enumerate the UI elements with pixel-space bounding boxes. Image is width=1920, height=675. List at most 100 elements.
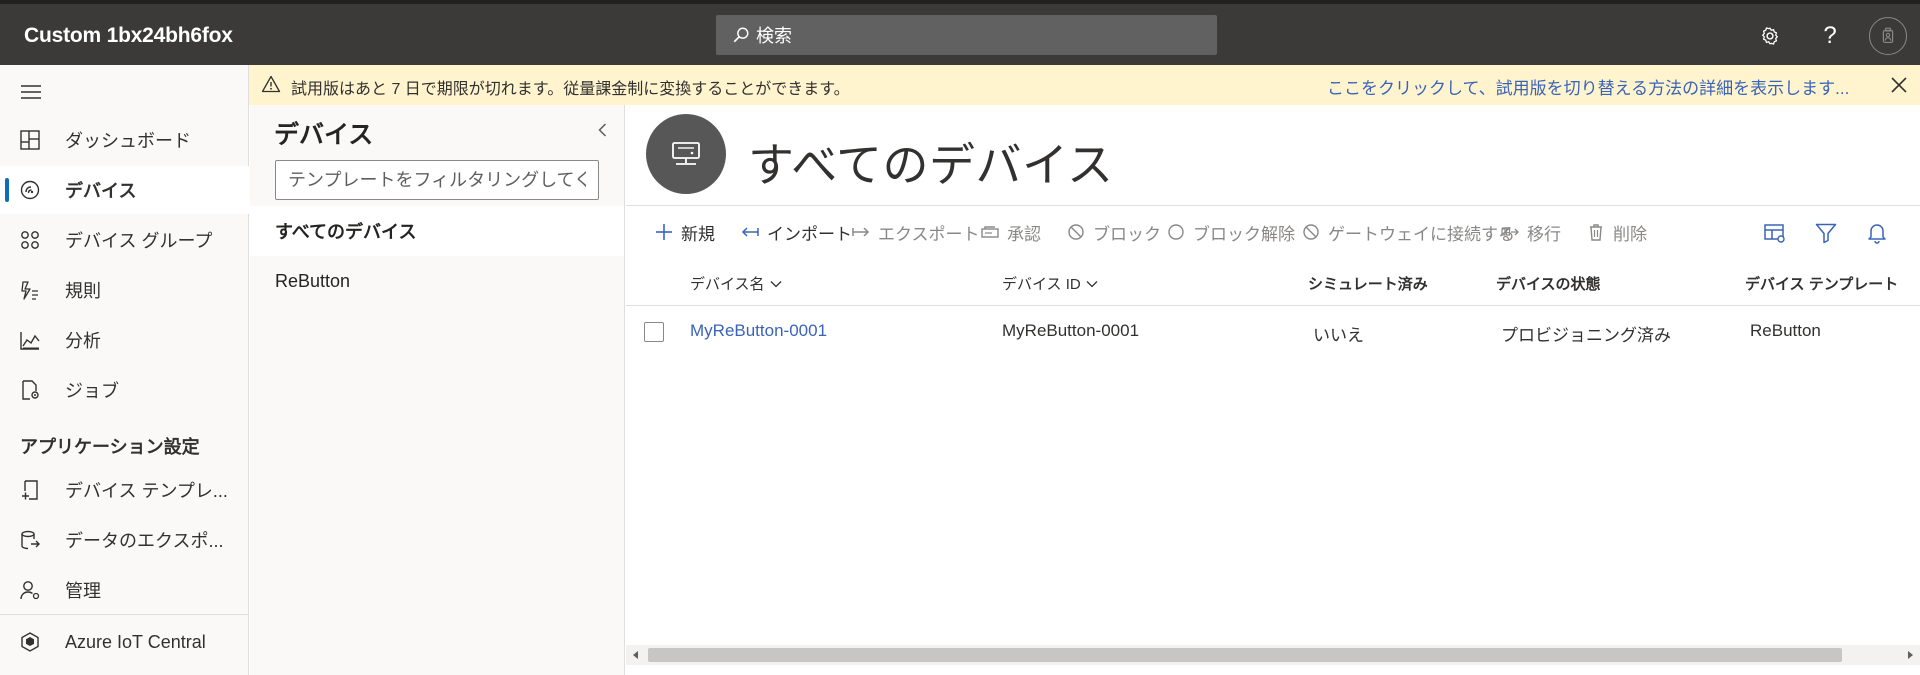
rules-icon <box>19 279 41 301</box>
dashboard-icon <box>19 129 41 151</box>
column-header-label: デバイス名 <box>690 276 765 293</box>
help-button[interactable]: ? <box>1810 16 1850 56</box>
nav-item-devices[interactable]: デバイス <box>0 166 249 214</box>
bell-icon[interactable] <box>1865 221 1889 245</box>
avatar-icon <box>1882 27 1894 44</box>
column-header-device-status[interactable]: デバイスの状態 <box>1496 273 1601 294</box>
plus-icon <box>656 224 672 240</box>
scroll-right-icon[interactable] <box>1904 649 1916 661</box>
template-filter-input[interactable] <box>275 160 599 200</box>
export-button[interactable]: エクスポート <box>851 220 980 244</box>
nav-item-dashboard[interactable]: ダッシュボード <box>0 116 249 164</box>
azure-iot-central-icon <box>19 631 41 653</box>
banner-details-link[interactable]: ここをクリックして、試用版を切り替える方法の詳細を表示します... <box>1327 74 1849 99</box>
scrollbar-thumb[interactable] <box>648 648 1842 662</box>
devices-icon <box>19 179 41 201</box>
migrate-button-label: 移行 <box>1527 224 1561 244</box>
column-header-device-template[interactable]: デバイス テンプレート <box>1745 273 1898 294</box>
page-title: すべてのデバイス <box>748 139 1114 191</box>
settings-button[interactable] <box>1750 16 1790 56</box>
nav-item-analytics[interactable]: 分析 <box>0 316 249 364</box>
app-settings-heading: アプリケーション設定 <box>20 437 200 457</box>
block-icon <box>1068 224 1084 240</box>
column-header-label: デバイス ID <box>1002 276 1081 293</box>
nav-item-label: デバイス グループ <box>65 231 213 251</box>
nav-item-label: ジョブ <box>65 381 119 401</box>
horizontal-scrollbar[interactable] <box>626 645 1920 665</box>
banner-message: 試用版はあと 7 日で期限が切れます。従量課金制に変換することができます。 <box>291 81 850 98</box>
header-divider <box>626 205 1920 206</box>
delete-button-label: 削除 <box>1613 224 1647 244</box>
close-icon[interactable] <box>1888 74 1910 96</box>
device-template-icon <box>19 479 41 501</box>
avatar[interactable] <box>1869 17 1907 55</box>
gateway-icon <box>1303 224 1319 240</box>
nav-item-label: デバイス <box>65 181 137 201</box>
data-export-icon <box>19 529 41 551</box>
migrate-icon <box>1501 228 1519 236</box>
hamburger-menu-icon[interactable] <box>18 79 44 105</box>
subpanel-item-all-devices[interactable]: すべてのデバイス <box>250 206 624 256</box>
import-button-label: インポート <box>767 224 852 244</box>
trash-icon <box>1590 224 1602 241</box>
gear-icon <box>1762 27 1778 45</box>
nav-item-label: 分析 <box>65 331 101 351</box>
nav-item-label: 管理 <box>65 581 101 601</box>
new-button-label: 新規 <box>681 224 715 244</box>
approve-icon <box>981 226 999 238</box>
help-icon: ? <box>1823 22 1837 49</box>
admin-icon <box>19 579 41 601</box>
nav-item-rules[interactable]: 規則 <box>0 266 249 314</box>
device-name-link[interactable]: MyReButton-0001 <box>690 321 827 341</box>
nav-item-data-export[interactable]: データのエクスポ... <box>0 516 249 564</box>
export-icon <box>852 227 870 237</box>
left-navigation: ダッシュボード デバイス デバイス グループ 規則 分析 ジョブ アプリケーショ… <box>0 65 249 675</box>
app-title[interactable]: Custom 1bx24bh6fox <box>24 24 233 48</box>
nav-item-label: Azure IoT Central <box>65 631 206 652</box>
approve-button-label: 承認 <box>1007 224 1041 244</box>
block-button[interactable]: ブロック <box>1066 220 1161 244</box>
import-icon <box>741 227 759 237</box>
unblock-button-label: ブロック解除 <box>1193 224 1295 244</box>
subpanel-item-rebutton[interactable]: ReButton <box>250 256 624 306</box>
nav-item-label: デバイス テンプレ... <box>65 481 228 501</box>
unblock-button[interactable]: ブロック解除 <box>1166 220 1295 244</box>
nav-item-azure-iot-central[interactable]: Azure IoT Central <box>0 618 249 666</box>
scroll-left-icon[interactable] <box>630 649 642 661</box>
device-icon <box>672 142 700 165</box>
search-placeholder: 検索 <box>756 26 792 46</box>
column-header-device-id[interactable]: デバイス ID <box>1002 273 1099 294</box>
search-input[interactable]: 検索 <box>716 15 1217 55</box>
device-template-cell: ReButton <box>1750 321 1821 340</box>
delete-button[interactable]: 削除 <box>1586 220 1647 244</box>
analytics-icon <box>19 329 41 351</box>
device-status-cell: プロビジョニング済み <box>1501 326 1671 345</box>
column-header-device-name[interactable]: デバイス名 <box>690 273 783 294</box>
nav-item-device-groups[interactable]: デバイス グループ <box>0 216 249 264</box>
nav-item-admin[interactable]: 管理 <box>0 566 249 614</box>
nav-item-jobs[interactable]: ジョブ <box>0 366 249 414</box>
table-header-divider <box>626 305 1920 306</box>
new-button[interactable]: 新規 <box>654 220 715 244</box>
row-checkbox[interactable] <box>644 322 664 342</box>
export-button-label: エクスポート <box>878 224 980 244</box>
attach-gateway-button[interactable]: ゲートウェイに接続する <box>1301 220 1515 244</box>
subpanel-title: デバイス <box>274 121 374 149</box>
jobs-icon <box>19 379 41 401</box>
device-id-cell: MyReButton-0001 <box>1002 321 1140 340</box>
filter-icon[interactable] <box>1814 221 1838 245</box>
approve-button[interactable]: 承認 <box>980 220 1041 244</box>
chevron-down-icon <box>1086 280 1098 287</box>
nav-item-device-templates[interactable]: デバイス テンプレ... <box>0 466 249 514</box>
trial-banner: 試用版はあと 7 日で期限が切れます。従量課金制に変換することができます。 ここ… <box>249 65 1920 105</box>
page-header-avatar <box>646 114 726 194</box>
nav-item-label: 規則 <box>65 281 101 301</box>
chevron-left-icon[interactable] <box>594 121 612 139</box>
column-header-simulated[interactable]: シミュレート済み <box>1308 273 1428 294</box>
import-button[interactable]: インポート <box>740 220 852 244</box>
table-row[interactable]: MyReButton-0001 MyReButton-0001 いいえ プロビジ… <box>626 307 1920 357</box>
column-options-icon[interactable] <box>1763 221 1787 245</box>
main-content: すべてのデバイス 新規 インポート エクスポート 承認 ブロック ブロック解除 <box>626 105 1920 675</box>
migrate-button[interactable]: 移行 <box>1500 220 1561 244</box>
device-subpanel: デバイス すべてのデバイス ReButton <box>250 105 625 675</box>
